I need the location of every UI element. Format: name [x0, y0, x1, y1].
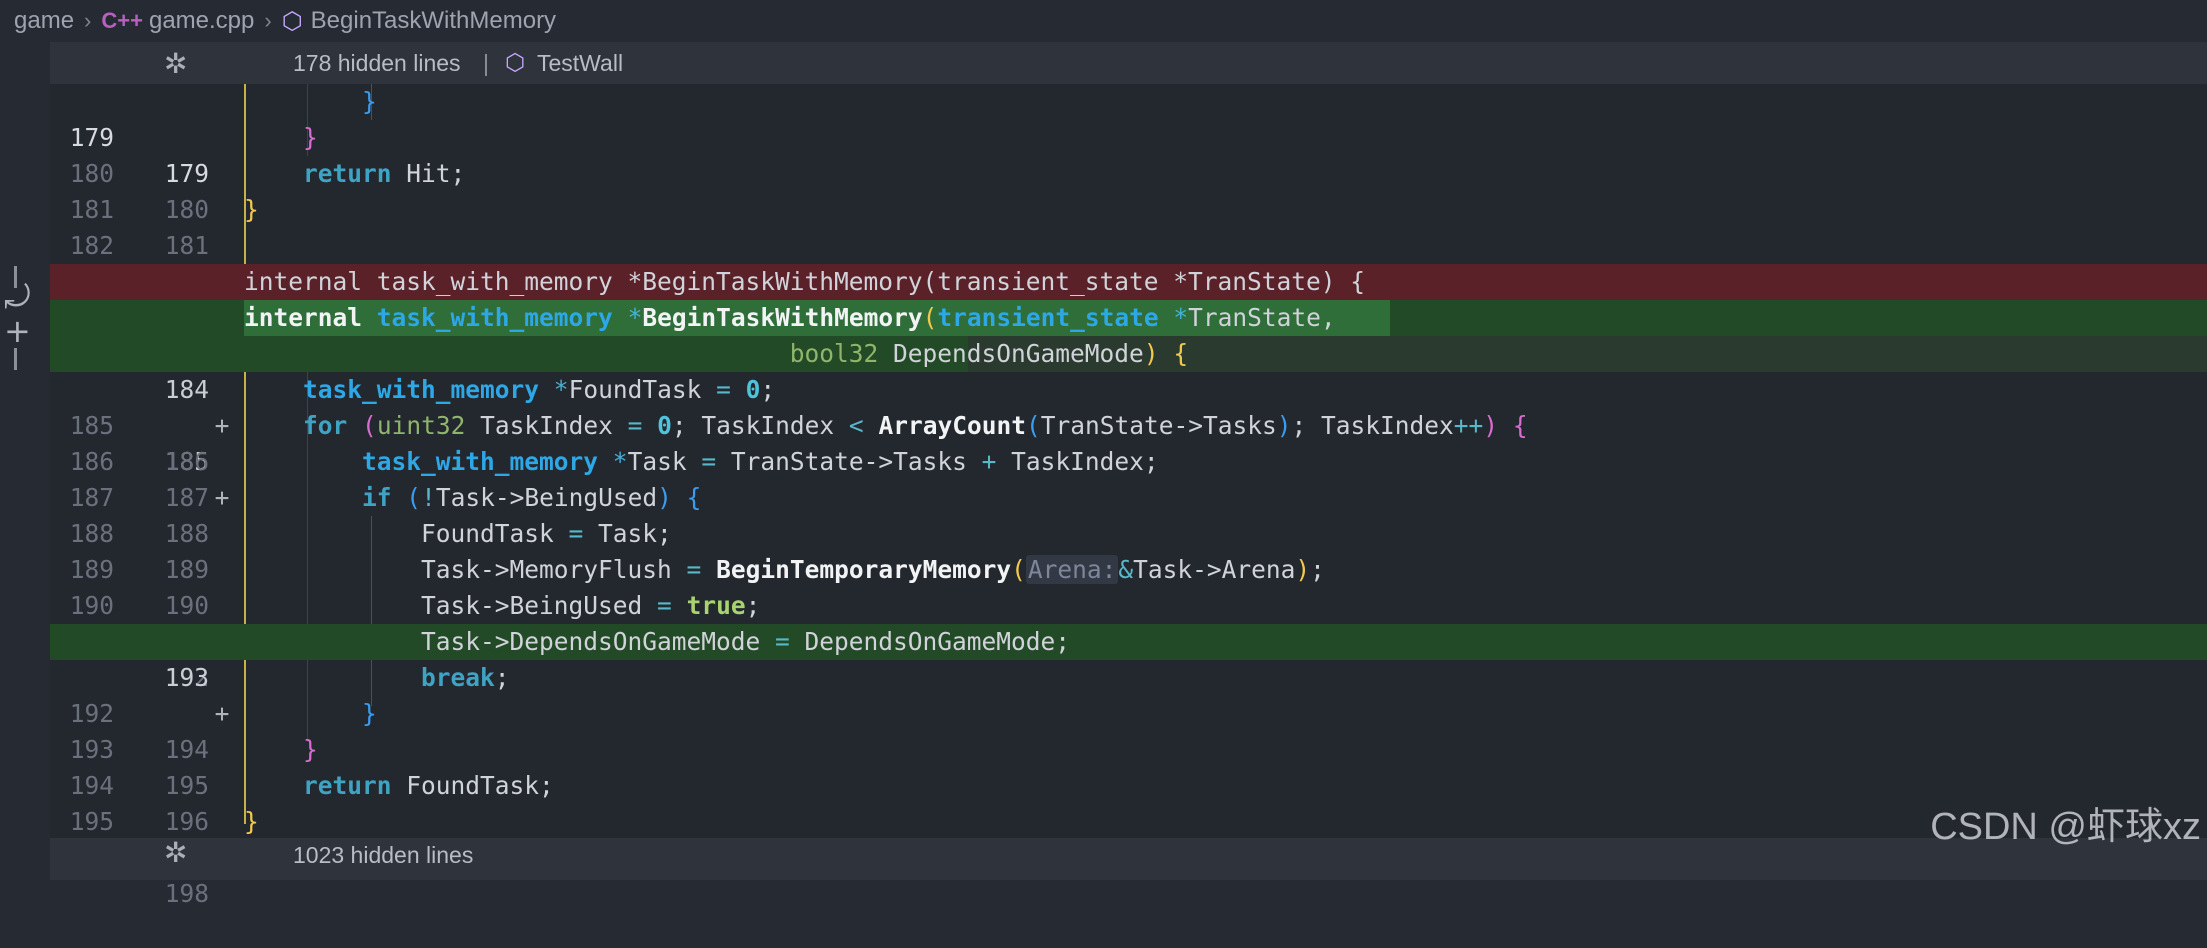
code-text: Task->BeingUsed = true;: [421, 591, 761, 620]
code-text: }: [362, 699, 377, 728]
code-text: bool32 DependsOnGameMode) {: [789, 339, 1189, 368]
hidden-symbol-ref[interactable]: TestWall: [537, 50, 623, 77]
code-line[interactable]: 195 197 return FoundTask;: [50, 768, 2207, 872]
hidden-lines-count[interactable]: 178 hidden lines: [293, 50, 461, 77]
diff-range-marker: [14, 348, 17, 370]
added-line[interactable]: 185 + bool32 DependsOnGameMode) {: [50, 336, 2207, 512]
watermark: CSDN @虾球xz: [1930, 806, 2201, 848]
unfold-icon[interactable]: ✲: [164, 836, 187, 869]
code-line[interactable]: 185 186 task_with_memory *FoundTask = 0;: [50, 372, 2207, 476]
unfold-icon[interactable]: ✲: [164, 47, 187, 80]
cpp-file-icon: C++: [101, 8, 143, 33]
breadcrumb-folder[interactable]: game: [14, 7, 74, 35]
parameter-hint: Arena:: [1025, 555, 1119, 584]
code-line[interactable]: 193 195 }: [50, 696, 2207, 800]
code-line[interactable]: 180 180 }: [50, 120, 2207, 224]
hidden-lines-count[interactable]: 1023 hidden lines: [293, 842, 473, 869]
stage-plus-icon[interactable]: +: [4, 312, 31, 350]
code-line[interactable]: 192 194 break;: [50, 660, 2207, 764]
code-line[interactable]: 181 181 return Hit;: [50, 156, 2207, 260]
code-text: for (uint32 TaskIndex = 0; TaskIndex < A…: [303, 411, 1528, 440]
code-text: }: [362, 87, 377, 116]
code-line[interactable]: 188 189 if (!Task->BeingUsed) {: [50, 480, 2207, 584]
new-line-number: 198: [164, 879, 209, 908]
code-text: FoundTask = Task;: [421, 519, 672, 548]
code-line[interactable]: 182 182 }: [50, 192, 2207, 296]
code-line[interactable]: 196 198 }: [50, 804, 2207, 908]
code-line[interactable]: 183 183: [50, 228, 2207, 332]
chevron-right-icon: ›: [264, 8, 272, 33]
separator: |: [483, 49, 489, 76]
code-line[interactable]: 191 192 Task->BeingUsed = true;: [50, 588, 2207, 692]
breadcrumb-symbol[interactable]: BeginTaskWithMemory: [311, 7, 556, 35]
added-line[interactable]: 193 + Task->DependsOnGameMode = DependsO…: [50, 624, 2207, 728]
code-text: }: [303, 735, 318, 764]
diff-actions-strip: ⤾ +: [0, 42, 50, 860]
code-text: return Hit;: [303, 159, 466, 188]
code-text: Task->MemoryFlush = BeginTemporaryMemory…: [421, 555, 1325, 584]
code-text: return FoundTask;: [303, 771, 554, 800]
deleted-line[interactable]: 184 — internal task_with_memory *BeginTa…: [50, 264, 2207, 368]
code-line[interactable]: 189 190 FoundTask = Task;: [50, 516, 2207, 620]
code-text: }: [303, 123, 318, 152]
code-line[interactable]: 179 179 }: [50, 84, 2207, 188]
code-text: Task->DependsOnGameMode = DependsOnGameM…: [421, 627, 1071, 656]
code-text: break;: [421, 663, 510, 692]
code-text: }: [244, 195, 259, 224]
code-line[interactable]: 194 196 }: [50, 732, 2207, 836]
cube-icon: ⬡: [281, 7, 303, 35]
hidden-lines-bar-bottom[interactable]: ✲ 1023 hidden lines: [50, 836, 2207, 880]
added-line[interactable]: 184 + internal task_with_memory *BeginTa…: [50, 300, 2207, 440]
code-text: internal task_with_memory *BeginTaskWith…: [244, 267, 1366, 296]
code-text: internal task_with_memory *BeginTaskWith…: [244, 303, 1336, 332]
code-text: if (!Task->BeingUsed) {: [362, 483, 702, 512]
code-text: task_with_memory *Task = TranState->Task…: [362, 447, 1159, 476]
cube-icon: ⬡: [505, 50, 526, 76]
code-text: }: [244, 807, 259, 836]
code-line[interactable]: 187 188 task_with_memory *Task = TranSta…: [50, 444, 2207, 548]
code-line[interactable]: 186 187 for (uint32 TaskIndex = 0; TaskI…: [50, 408, 2207, 512]
code-line[interactable]: 190 191 Task->MemoryFlush = BeginTempora…: [50, 552, 2207, 656]
code-text: task_with_memory *FoundTask = 0;: [303, 375, 776, 404]
breadcrumb-file[interactable]: game.cpp: [149, 7, 254, 35]
chevron-right-icon: ›: [84, 8, 92, 33]
hidden-lines-bar-top[interactable]: ✲ 178 hidden lines | ⬡ TestWall: [50, 42, 2207, 84]
breadcrumb: game › C++ game.cpp › ⬡ BeginTaskWithMem…: [0, 0, 2207, 42]
